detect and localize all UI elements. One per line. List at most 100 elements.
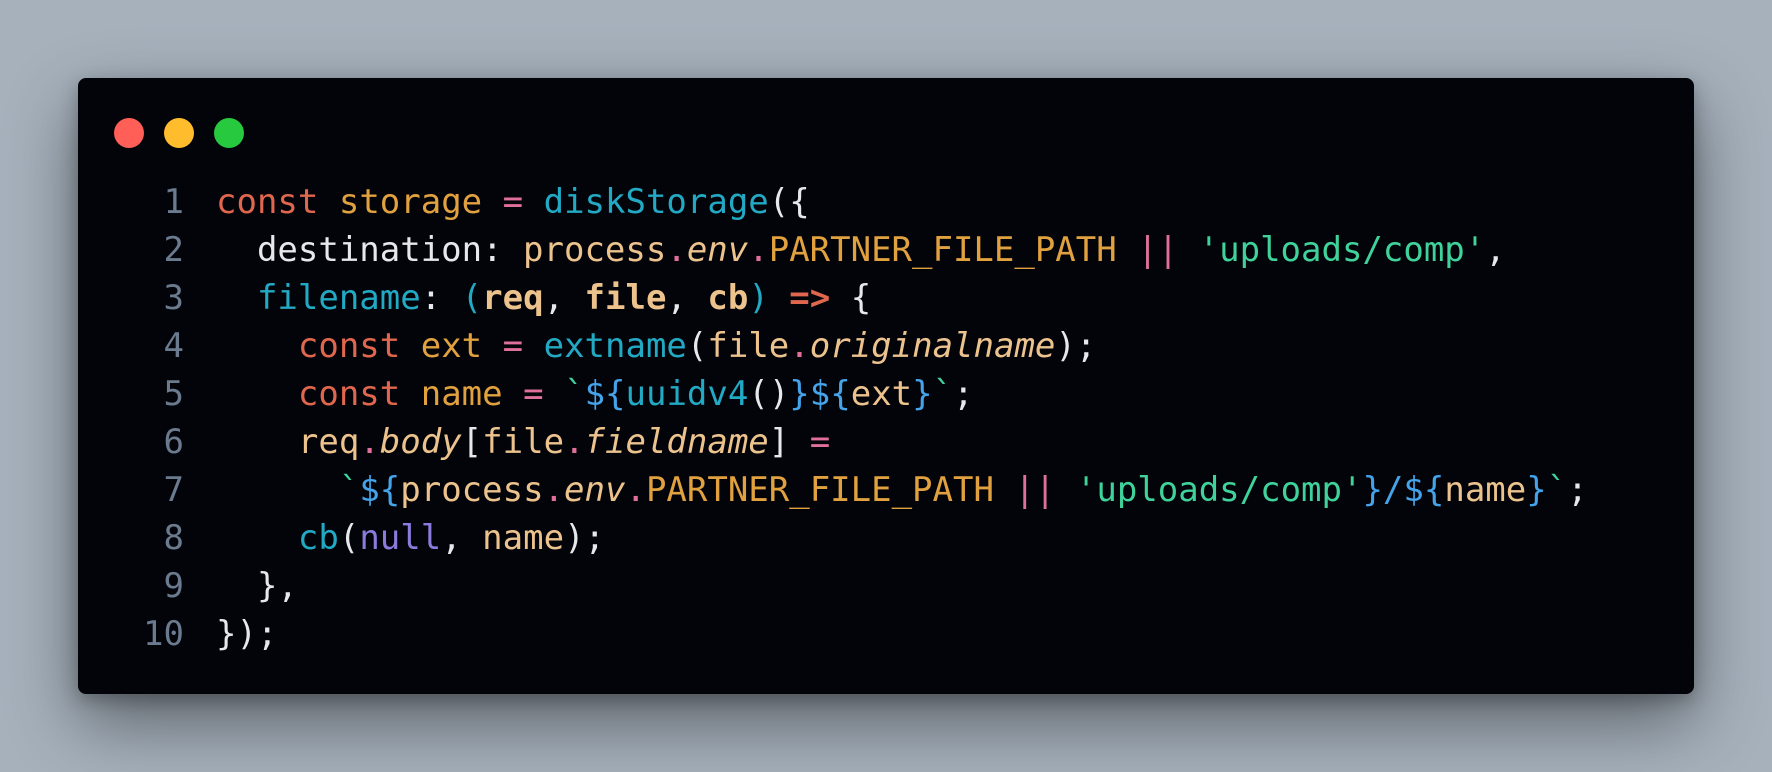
line-number: 10 xyxy=(143,614,184,654)
code-token: = xyxy=(809,422,831,462)
code-token: } xyxy=(1526,470,1547,510)
close-dot-icon[interactable] xyxy=(114,118,144,148)
code-token: ] xyxy=(768,422,810,462)
code-token: destination: xyxy=(216,230,524,270)
code-token: = xyxy=(502,326,524,366)
code-token: env xyxy=(686,230,749,270)
line-number: 5 xyxy=(163,374,184,414)
code-token: ); xyxy=(564,518,606,558)
code-token: ext xyxy=(420,326,483,366)
maximize-dot-icon[interactable] xyxy=(214,118,244,148)
code-token: . xyxy=(625,470,646,510)
code-token: }/${ xyxy=(1362,470,1445,510)
code-token: file xyxy=(584,278,667,318)
code-token: [ xyxy=(461,422,483,462)
line-number: 2 xyxy=(163,230,184,270)
code-token: process xyxy=(400,470,544,510)
code-token: ({ xyxy=(768,182,810,222)
code-token: extname xyxy=(543,326,687,366)
code-token: ` xyxy=(338,470,360,510)
code-token: name xyxy=(1444,470,1527,510)
code-line: 8 cb(null, name); xyxy=(110,514,1684,562)
code-token: storage xyxy=(338,182,483,222)
code-token: diskStorage xyxy=(543,182,769,222)
code-token: , xyxy=(666,278,708,318)
code-token: const xyxy=(297,374,401,414)
code-token: ; xyxy=(1567,470,1588,510)
code-token: ` xyxy=(564,374,585,414)
code-token: process xyxy=(523,230,667,270)
code-line: 10}); xyxy=(110,610,1684,658)
code-token: name xyxy=(420,374,503,414)
code-line: 4 const ext = extname(file.originalname)… xyxy=(110,322,1684,370)
code-token: , xyxy=(1485,230,1506,270)
code-block: 1 const storage = diskStorage({2 destinat… xyxy=(110,178,1684,658)
code-token: } xyxy=(912,374,933,414)
code-token: file xyxy=(707,326,790,366)
code-token: . xyxy=(748,230,769,270)
code-token: . xyxy=(543,470,565,510)
code-token: const xyxy=(216,182,319,222)
line-number: 1 xyxy=(163,182,184,222)
code-token: . xyxy=(789,326,810,366)
code-line: 5 const name = `${uuidv4()}${ext}`; xyxy=(110,370,1684,418)
code-token: ` xyxy=(1546,470,1568,510)
code-token: cb xyxy=(297,518,339,558)
code-token: { xyxy=(830,278,872,318)
line-number: 7 xyxy=(163,470,184,510)
line-number: 9 xyxy=(163,566,184,606)
code-token: }); xyxy=(216,614,278,654)
code-token: }, xyxy=(216,566,298,606)
code-token: . xyxy=(564,422,585,462)
line-number: 4 xyxy=(163,326,184,366)
code-token: || xyxy=(1014,470,1056,510)
code-token: ext xyxy=(850,374,913,414)
code-token: ) xyxy=(748,278,769,318)
code-token: ( xyxy=(686,326,708,366)
code-token: = xyxy=(523,374,544,414)
code-token: env xyxy=(564,470,626,510)
code-token: const xyxy=(297,326,401,366)
code-token: 'uploads/comp' xyxy=(1075,470,1363,510)
code-token: cb xyxy=(707,278,749,318)
code-token: 'uploads/comp' xyxy=(1198,230,1486,270)
code-token: ${ xyxy=(584,374,626,414)
code-token: ( xyxy=(461,278,483,318)
code-token: : xyxy=(420,278,462,318)
code-token: null xyxy=(359,518,442,558)
code-token: ` xyxy=(932,374,954,414)
code-token: ; xyxy=(953,374,974,414)
code-token: => xyxy=(789,278,831,318)
code-token: body xyxy=(379,422,462,462)
code-token: name xyxy=(482,518,565,558)
code-token: || xyxy=(1137,230,1179,270)
code-token: , xyxy=(441,518,483,558)
code-line: 2 destination: process.env.PARTNER_FILE_… xyxy=(110,226,1684,274)
code-token: ${ xyxy=(359,470,401,510)
code-token: . xyxy=(359,422,380,462)
code-line: 3 filename: (req, file, cb) => { xyxy=(110,274,1684,322)
line-number: 6 xyxy=(163,422,184,462)
code-token: req xyxy=(482,278,544,318)
minimize-dot-icon[interactable] xyxy=(164,118,194,148)
code-token: = xyxy=(502,182,524,222)
code-token: uuidv4 xyxy=(625,374,749,414)
line-number: 8 xyxy=(163,518,184,558)
